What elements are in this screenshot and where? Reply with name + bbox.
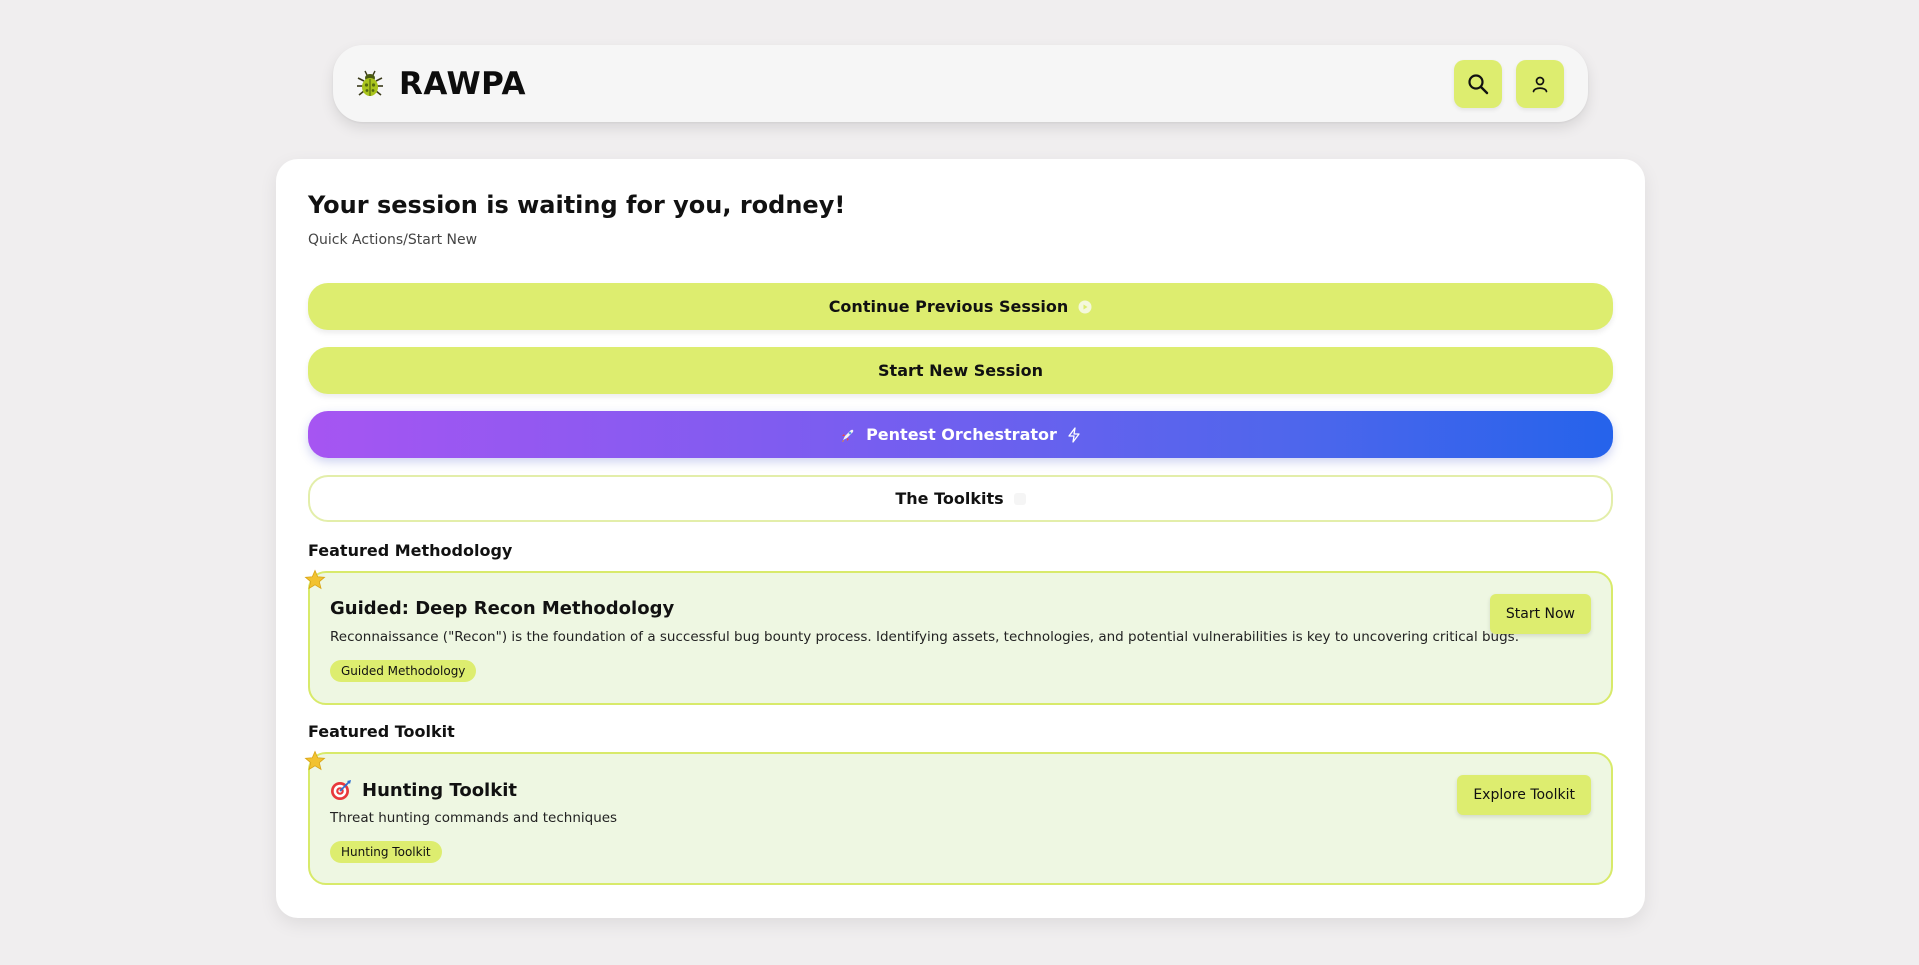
methodology-description: Reconnaissance ("Recon") is the foundati… (330, 629, 1520, 645)
play-circle-icon (1078, 300, 1092, 313)
methodology-tag: Guided Methodology (330, 660, 477, 682)
page-title: Your session is waiting for you, rodney! (308, 191, 846, 219)
toolkits-button[interactable]: The Toolkits (308, 475, 1613, 522)
toolkits-label: The Toolkits (895, 489, 1004, 508)
main-card: Your session is waiting for you, rodney!… (276, 159, 1645, 918)
continue-session-label: Continue Previous Session (828, 297, 1069, 316)
start-now-button[interactable]: Start Now (1489, 594, 1591, 634)
page-subtitle: Quick Actions/Start New (308, 232, 478, 248)
methodology-title: Guided: Deep Recon Methodology (330, 598, 674, 619)
explore-toolkit-button[interactable]: Explore Toolkit (1457, 775, 1591, 815)
toolkit-tag: Hunting Toolkit (330, 841, 442, 863)
toolkit-title-text: Hunting Toolkit (362, 779, 517, 801)
new-session-label: Start New Session (878, 361, 1043, 380)
pentest-orchestrator-label: Pentest Orchestrator (866, 425, 1057, 444)
search-button[interactable] (1454, 59, 1502, 108)
brand-name: RAWPA (399, 65, 527, 102)
rocket-icon (842, 429, 854, 442)
profile-button[interactable] (1516, 59, 1564, 108)
lightning-icon (1068, 426, 1080, 443)
star-icon (304, 569, 326, 590)
brand[interactable]: RAWPA (355, 66, 526, 102)
star-icon (304, 750, 326, 771)
target-icon (331, 780, 351, 800)
header-actions (1454, 59, 1564, 108)
search-icon (1468, 73, 1489, 94)
pentest-orchestrator-button[interactable]: Pentest Orchestrator (308, 411, 1613, 458)
new-session-button[interactable]: Start New Session (308, 347, 1613, 394)
user-icon (1532, 76, 1548, 92)
toolkit-title: Hunting Toolkit (330, 779, 517, 801)
featured-toolkit-heading: Featured Toolkit (308, 722, 455, 741)
top-navbar: RAWPA (333, 45, 1588, 122)
methodology-title-text: Guided: Deep Recon Methodology (330, 598, 675, 619)
featured-methodology-card: Guided: Deep Recon Methodology Reconnais… (304, 569, 1613, 705)
featured-methodology-heading: Featured Methodology (308, 541, 513, 560)
toolkit-description: Threat hunting commands and techniques (330, 810, 618, 826)
sparkle-icon (1013, 492, 1026, 505)
continue-session-button[interactable]: Continue Previous Session (308, 283, 1613, 330)
featured-toolkit-card: Hunting Toolkit Threat hunting commands … (304, 750, 1613, 885)
bug-icon (355, 69, 385, 99)
